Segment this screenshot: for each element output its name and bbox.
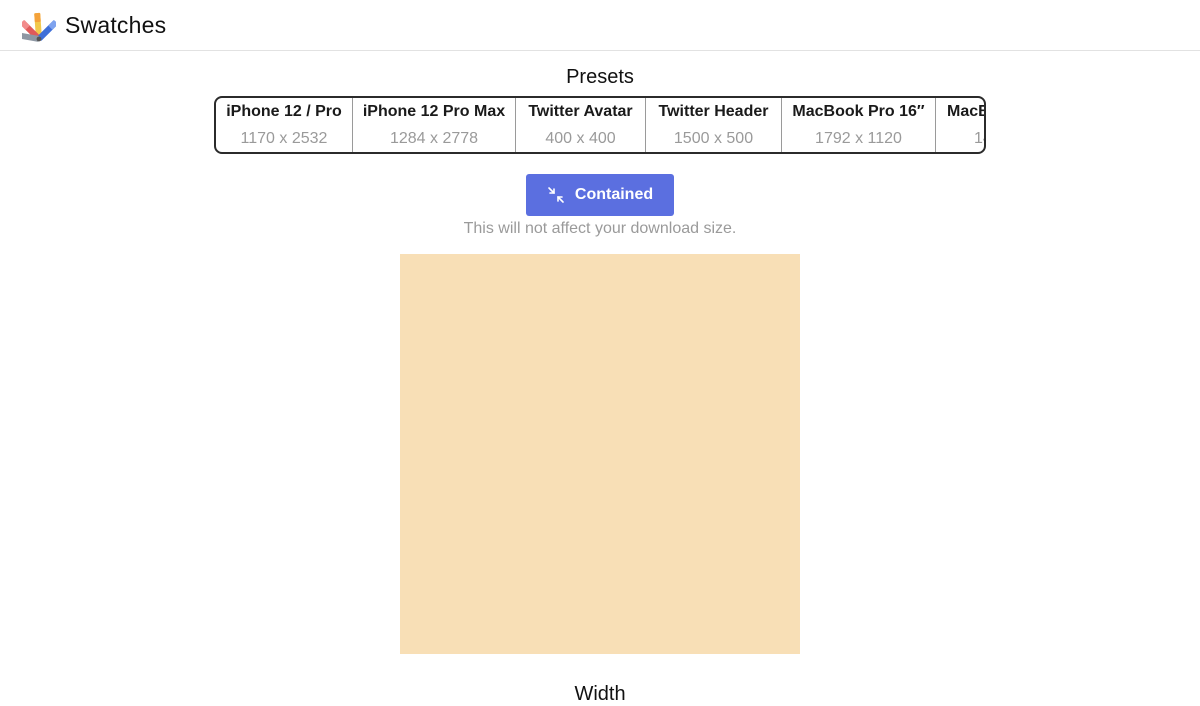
app-header: Swatches: [0, 0, 1200, 51]
swatches-logo-icon[interactable]: [22, 9, 56, 43]
preset-size: 400 x 400: [545, 130, 616, 147]
preset-name: Twitter Header: [658, 103, 769, 120]
preset-name: MacBook Pro 13″: [947, 103, 984, 120]
presets-heading: Presets: [566, 66, 634, 88]
preset-macbook-pro-16[interactable]: MacBook Pro 16″ 1792 x 1120: [782, 98, 936, 152]
contained-toggle-label: Contained: [574, 186, 654, 203]
app-title: Swatches: [65, 12, 167, 38]
preset-name: Twitter Avatar: [528, 103, 633, 120]
preset-iphone-12-pro-max[interactable]: iPhone 12 Pro Max 1284 x 2778: [353, 98, 516, 152]
preset-size: 1284 x 2778: [389, 130, 479, 147]
contract-arrows-icon: [548, 187, 564, 203]
preset-size: 1792 x 1120: [815, 130, 902, 147]
preset-twitter-header[interactable]: Twitter Header 1500 x 500: [646, 98, 782, 152]
preset-size: 1440 x 900: [974, 130, 984, 147]
download-size-note: This will not affect your download size.: [463, 220, 737, 237]
preset-twitter-avatar[interactable]: Twitter Avatar 400 x 400: [516, 98, 646, 152]
contained-toggle-button[interactable]: Contained: [526, 174, 674, 216]
preset-size: 1500 x 500: [673, 130, 754, 147]
width-label: Width: [574, 683, 626, 705]
preset-iphone-12-pro[interactable]: iPhone 12 / Pro 1170 x 2532: [216, 98, 353, 152]
preset-size: 1170 x 2532: [240, 130, 328, 147]
preset-name: iPhone 12 Pro Max: [362, 103, 506, 120]
preset-name: MacBook Pro 16″: [792, 103, 925, 120]
presets-scroller[interactable]: iPhone 12 / Pro 1170 x 2532 iPhone 12 Pr…: [214, 96, 986, 154]
preset-macbook-pro-13[interactable]: MacBook Pro 13″ 1440 x 900: [936, 98, 984, 152]
swatch-preview: [400, 254, 800, 654]
preset-name: iPhone 12 / Pro: [226, 103, 342, 120]
